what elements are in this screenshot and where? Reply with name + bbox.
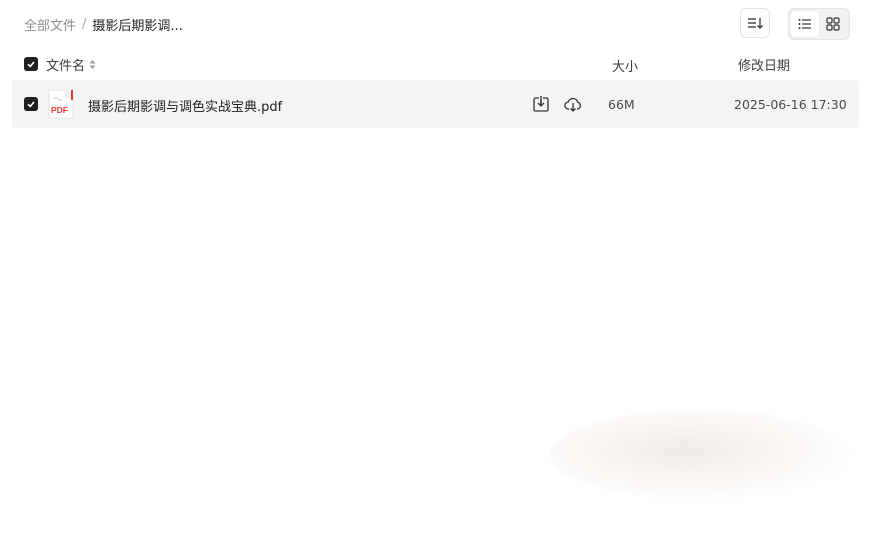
table-row[interactable]: PDF 摄影后期影调与调色实战宝典.pdf 66M 2025-06-16 17:… bbox=[12, 80, 859, 128]
check-icon bbox=[27, 61, 35, 68]
column-header-name[interactable]: 文件名 bbox=[46, 55, 96, 74]
file-size: 66M bbox=[608, 97, 635, 112]
view-toggle bbox=[788, 8, 850, 40]
breadcrumb-root[interactable]: 全部文件 bbox=[24, 15, 76, 34]
sort-descending-icon bbox=[748, 18, 763, 29]
list-view-button[interactable] bbox=[791, 11, 819, 37]
file-browser: 全部文件 / 摄影后期影调... 文件名 大小 修改日期 PDF 摄影后期影调与… bbox=[0, 0, 874, 538]
grid-view-icon bbox=[826, 17, 840, 31]
sort-arrows-icon bbox=[89, 59, 96, 70]
table-header: 文件名 大小 修改日期 bbox=[0, 52, 874, 76]
file-name[interactable]: 摄影后期影调与调色实战宝典.pdf bbox=[88, 96, 282, 115]
pdf-icon-label: PDF bbox=[51, 105, 68, 115]
file-modified-date: 2025-06-16 17:30 bbox=[734, 97, 847, 112]
check-icon bbox=[27, 101, 35, 108]
sort-button[interactable] bbox=[740, 8, 770, 38]
breadcrumb: 全部文件 / 摄影后期影调... bbox=[24, 14, 183, 34]
column-header-modified[interactable]: 修改日期 bbox=[738, 55, 790, 74]
cloud-save-icon[interactable] bbox=[564, 95, 582, 113]
column-header-name-label: 文件名 bbox=[46, 59, 86, 74]
breadcrumb-separator: / bbox=[82, 16, 87, 32]
grid-view-button[interactable] bbox=[819, 11, 847, 37]
list-view-icon bbox=[798, 19, 811, 29]
decorative-glow bbox=[550, 410, 850, 500]
column-header-size[interactable]: 大小 bbox=[612, 56, 638, 75]
download-icon[interactable] bbox=[532, 95, 550, 113]
select-all-checkbox[interactable] bbox=[24, 57, 38, 71]
row-checkbox[interactable] bbox=[24, 97, 38, 111]
breadcrumb-current: 摄影后期影调... bbox=[92, 18, 183, 34]
pdf-file-icon: PDF bbox=[48, 89, 74, 119]
